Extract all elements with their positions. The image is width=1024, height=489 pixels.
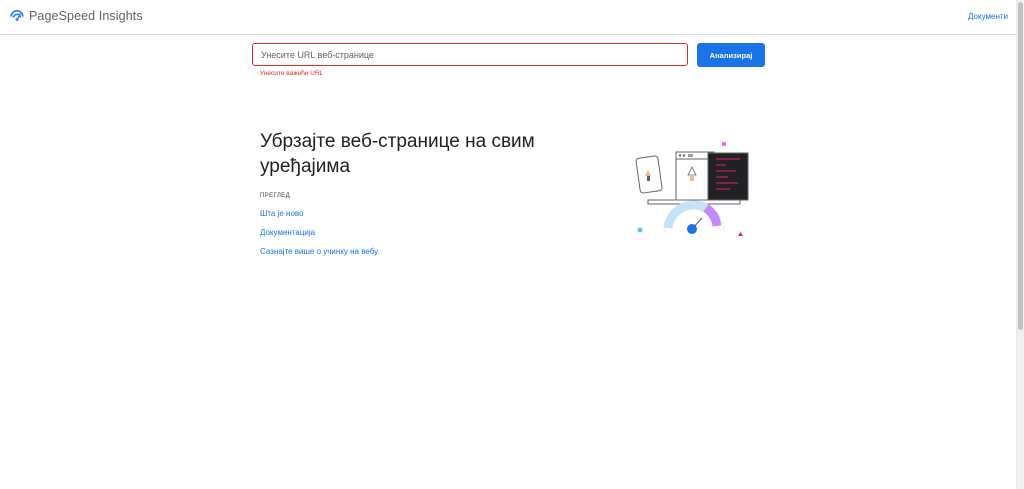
pagespeed-logo-icon <box>10 9 24 22</box>
documentation-link[interactable]: Документација <box>260 228 315 237</box>
url-error-message: Унесите важећи URL <box>260 70 324 77</box>
page: PageSpeed Insights Документи Унесите важ… <box>0 0 1024 489</box>
whats-new-link[interactable]: Шта је ново <box>260 209 304 218</box>
overview-label: ПРЕГЛЕД <box>260 193 291 199</box>
learn-web-performance-link[interactable]: Сазнајте више о учинку на вебу <box>260 247 378 256</box>
analyze-button[interactable]: Анализирај <box>697 43 765 67</box>
brand-title: PageSpeed Insights <box>29 9 143 23</box>
top-app-bar: PageSpeed Insights Документи <box>0 0 1017 35</box>
vertical-scrollbar[interactable] <box>1016 0 1024 489</box>
devices-illustration-icon <box>635 142 749 236</box>
scrollbar-thumb[interactable] <box>1018 2 1023 330</box>
docs-link[interactable]: Документи <box>968 12 1008 21</box>
url-input[interactable] <box>252 43 688 66</box>
hero-title: Убрзајте веб-странице на свим уређајима <box>260 131 535 177</box>
